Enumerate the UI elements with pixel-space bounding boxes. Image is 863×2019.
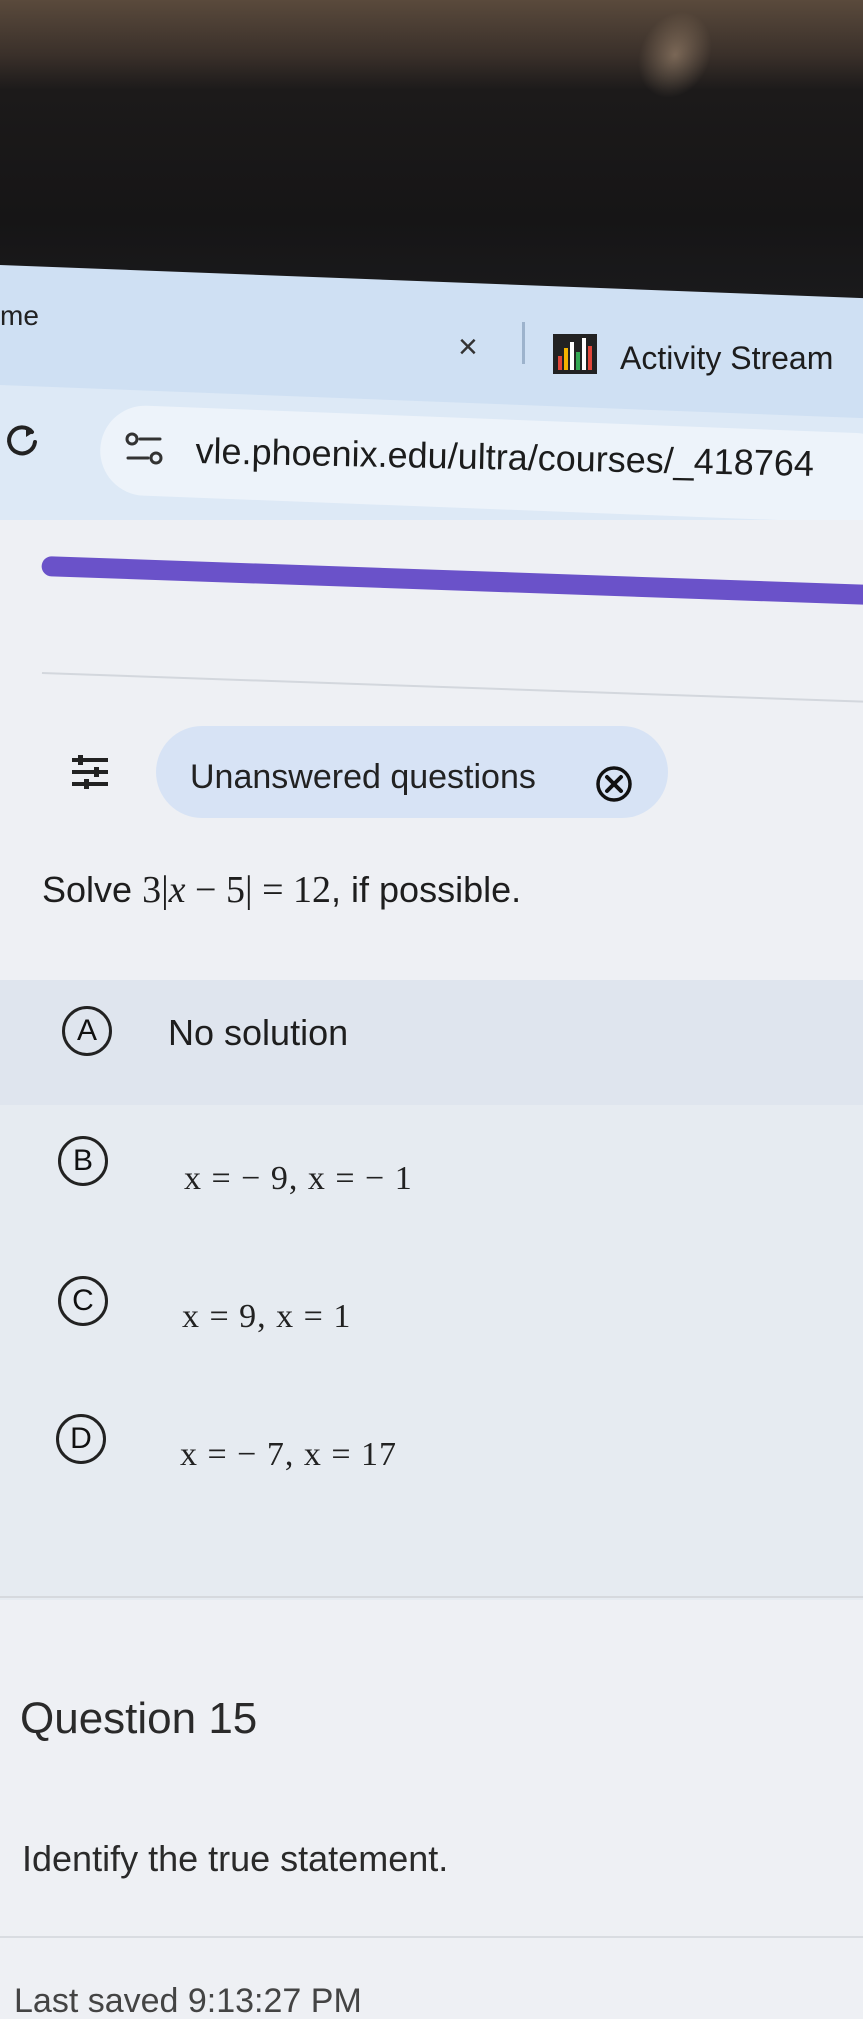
tab-close-icon[interactable]: ×: [458, 330, 478, 364]
question-prefix: Solve: [42, 869, 143, 910]
eq-minus-term: − 5: [185, 869, 245, 911]
filter-icon[interactable]: [70, 752, 110, 792]
footer-divider: [0, 1936, 863, 1938]
option-a-highlight: [0, 980, 863, 1105]
question-15-prompt: Identify the true statement.: [22, 1838, 449, 1879]
eq-rhs: = 12: [252, 869, 332, 911]
question-equation: 3|x − 5| = 12: [142, 869, 331, 911]
option-d-radio[interactable]: D: [56, 1414, 106, 1464]
eq-variable: x: [168, 869, 186, 911]
option-b-label[interactable]: x = − 9, x = − 1: [184, 1160, 413, 1198]
option-c-radio[interactable]: C: [58, 1276, 108, 1326]
option-b-radio[interactable]: B: [58, 1136, 108, 1186]
close-circle-icon[interactable]: [594, 764, 634, 804]
option-a-label[interactable]: No solution: [168, 1012, 348, 1054]
eq-coefficient: 3: [142, 869, 162, 911]
chip-label: Unanswered questions: [190, 758, 536, 796]
monitor-bezel: [0, 0, 863, 300]
option-c-label[interactable]: x = 9, x = 1: [182, 1298, 351, 1336]
option-d-label[interactable]: x = − 7, x = 17: [180, 1436, 397, 1474]
eq-abs-open: |: [161, 869, 169, 911]
question-prompt: Solve 3|x − 5| = 12, if possible.: [42, 868, 521, 912]
screen-frame: me × Activity Stream vle.phoenix.edu/ult…: [0, 0, 863, 2019]
option-a-radio[interactable]: A: [62, 1006, 112, 1056]
reload-icon[interactable]: [4, 422, 40, 458]
bezel-glare: [624, 0, 726, 111]
eq-abs-close: |: [244, 869, 253, 911]
question-suffix: , if possible.: [331, 869, 522, 910]
tab-title-partial[interactable]: me: [0, 300, 39, 332]
question-15-heading: Question 15: [20, 1694, 258, 1743]
bar-chart-icon: [553, 334, 597, 374]
last-saved-status: Last saved 9:13:27 PM: [14, 1982, 362, 2019]
active-tab-title[interactable]: Activity Stream: [620, 340, 833, 377]
site-settings-icon[interactable]: [124, 430, 166, 470]
question-divider: [0, 1596, 863, 1598]
tab-separator: [522, 322, 525, 364]
